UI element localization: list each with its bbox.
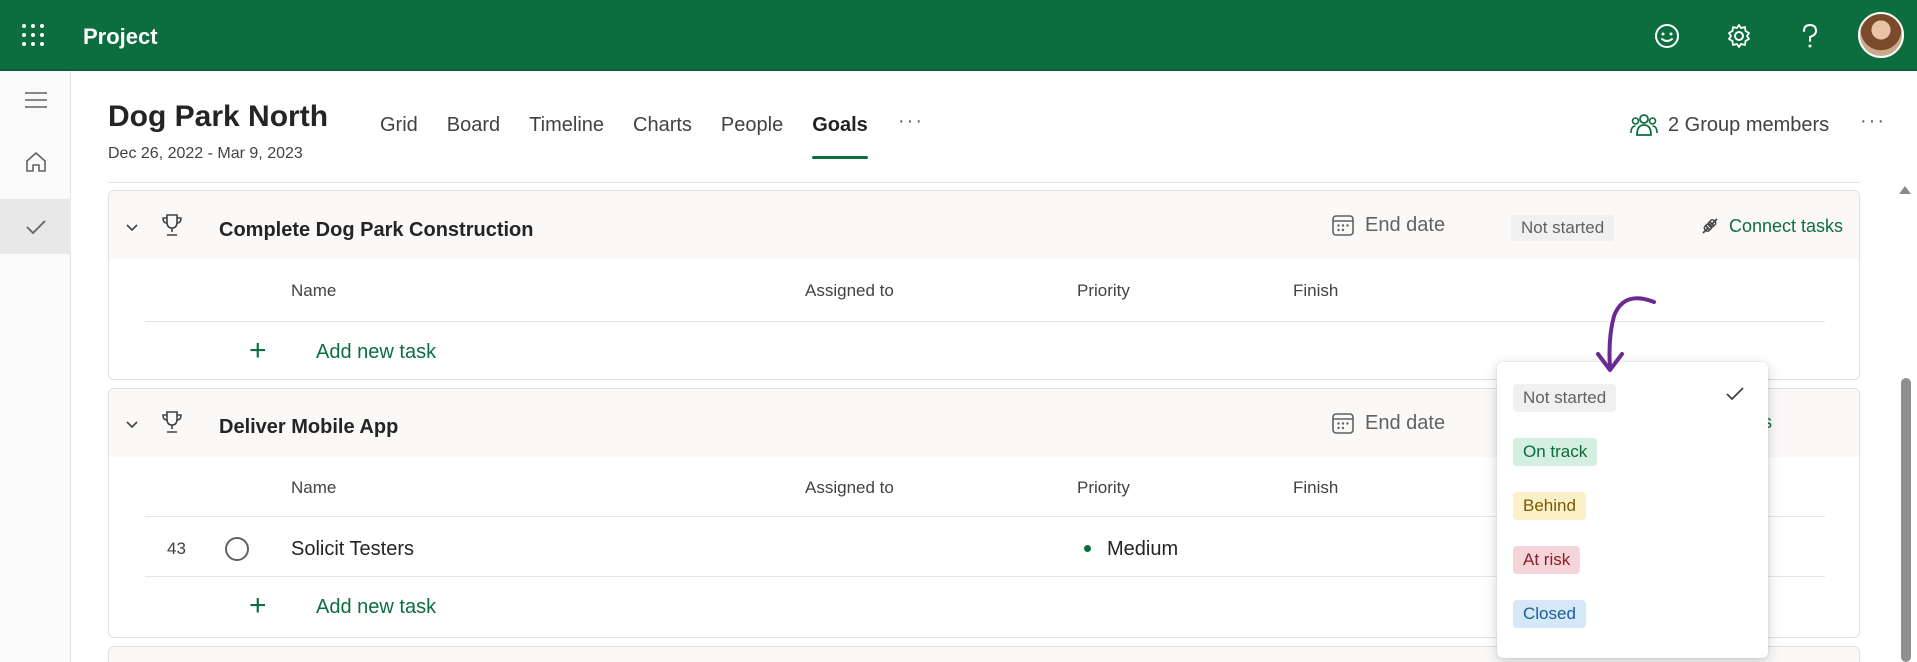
task-name[interactable]: Solicit Testers	[291, 538, 414, 561]
status-dropdown-menu: Not started On track Behind At risk Clos…	[1497, 362, 1768, 658]
left-nav-rail	[0, 71, 71, 662]
column-header-name: Name	[291, 281, 337, 300]
task-complete-checkbox[interactable]	[225, 537, 249, 561]
scrollbar-thumb[interactable]	[1901, 378, 1911, 662]
add-new-task-button[interactable]: Add new task	[316, 341, 436, 364]
project-dates: Dec 26, 2022 - Mar 9, 2023	[108, 145, 303, 162]
status-option-behind[interactable]: Behind	[1513, 492, 1586, 520]
app-launcher-icon[interactable]	[22, 24, 44, 46]
connect-tasks-button[interactable]: Connect tasks	[1699, 215, 1843, 237]
home-icon[interactable]	[0, 138, 71, 186]
status-badge[interactable]: Not started	[1511, 215, 1615, 241]
column-header-assigned-to: Assigned to	[805, 281, 894, 300]
my-tasks-checkmark-icon[interactable]	[0, 199, 71, 254]
status-option-closed[interactable]: Closed	[1513, 600, 1586, 628]
column-header-finish: Finish	[1293, 478, 1339, 497]
end-date-button[interactable]: End date	[1331, 213, 1445, 237]
more-tabs-button[interactable]: ···	[898, 110, 924, 133]
task-id: 43	[167, 539, 186, 558]
column-header-assigned-to: Assigned to	[805, 478, 894, 497]
app-title[interactable]: Project	[83, 24, 158, 50]
column-header-name: Name	[291, 478, 337, 497]
annotation-arrow-icon	[1596, 296, 1656, 372]
column-header-priority: Priority	[1077, 281, 1130, 300]
group-members-button[interactable]: 2 Group members	[1630, 112, 1829, 138]
view-tabs: Grid Board Timeline Charts People Goals	[380, 114, 897, 159]
add-icon[interactable]: +	[249, 336, 267, 366]
scroll-up-arrow-icon[interactable]	[1899, 186, 1911, 194]
header-divider	[108, 182, 1860, 183]
connect-tasks-label: Connect tasks	[1729, 215, 1844, 236]
checkmark-icon	[1726, 387, 1744, 401]
status-option-on-track[interactable]: On track	[1513, 438, 1598, 466]
calendar-icon	[1332, 413, 1354, 434]
group-icon	[1630, 114, 1658, 136]
end-date-button[interactable]: End date	[1331, 411, 1445, 435]
status-option-not-started[interactable]: Not started	[1513, 384, 1617, 412]
project-title: Dog Park North	[108, 100, 329, 133]
calendar-icon	[1332, 215, 1354, 236]
add-new-task-button[interactable]: Add new task	[316, 596, 436, 619]
end-date-label: End date	[1365, 213, 1446, 236]
tab-board[interactable]: Board	[447, 114, 500, 154]
group-members-label: 2 Group members	[1668, 113, 1830, 136]
tab-goals[interactable]: Goals	[812, 114, 868, 159]
trophy-icon	[162, 411, 182, 433]
goal-name[interactable]: Complete Dog Park Construction	[219, 219, 533, 242]
trophy-icon	[162, 214, 182, 236]
smiley-feedback-icon[interactable]	[1652, 21, 1682, 51]
column-header-finish: Finish	[1293, 281, 1339, 300]
add-icon[interactable]: +	[249, 591, 267, 621]
task-priority[interactable]: Medium	[1107, 538, 1178, 561]
goal-name[interactable]: Deliver Mobile App	[219, 416, 398, 439]
tab-charts[interactable]: Charts	[633, 114, 692, 154]
user-avatar[interactable]	[1858, 12, 1904, 58]
gear-icon[interactable]	[1724, 21, 1754, 51]
priority-dot-icon	[1084, 545, 1091, 552]
header-more-button[interactable]: ···	[1860, 110, 1886, 133]
goal-header: Complete Dog Park Construction End date …	[109, 191, 1859, 259]
tab-grid[interactable]: Grid	[380, 114, 418, 154]
status-option-at-risk[interactable]: At risk	[1513, 546, 1581, 574]
help-icon[interactable]	[1795, 21, 1825, 51]
link-plug-icon	[1702, 218, 1718, 234]
column-header-priority: Priority	[1077, 478, 1130, 497]
tab-timeline[interactable]: Timeline	[529, 114, 604, 154]
chevron-down-icon[interactable]	[125, 418, 139, 432]
app-header: Project	[0, 0, 1917, 71]
chevron-down-icon[interactable]	[125, 221, 139, 235]
end-date-label: End date	[1365, 411, 1446, 434]
tab-people[interactable]: People	[721, 114, 783, 154]
hamburger-menu-icon[interactable]	[0, 76, 71, 124]
